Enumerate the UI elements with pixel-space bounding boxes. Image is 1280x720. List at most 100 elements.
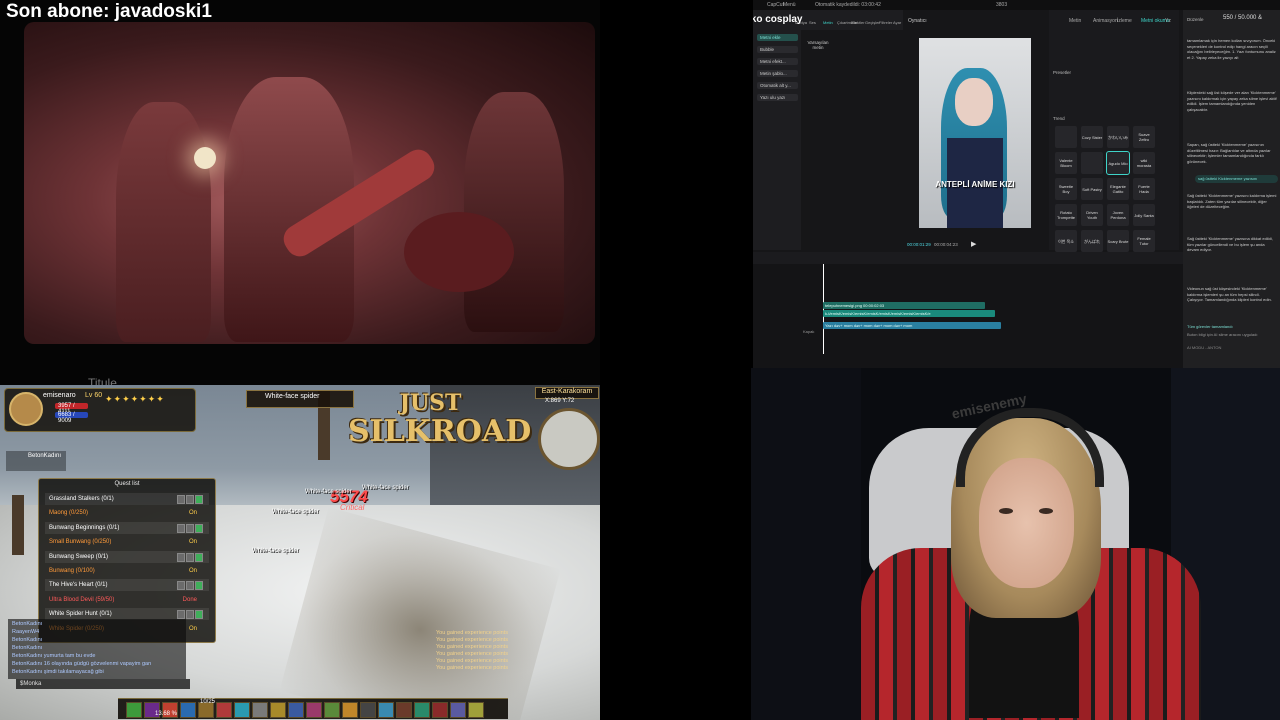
quest-row[interactable]: Ultra Blood Devil (59/50) Done: [45, 594, 209, 606]
toolbar-item[interactable]: Efektler: [851, 20, 865, 25]
track-video[interactable]: Yazı dəv+ mom dəv+ mom dəv+ mom dəv+ mom: [823, 322, 1001, 329]
sidebar-item[interactable]: Metni ekle: [757, 34, 798, 41]
cover-label[interactable]: Kapak: [803, 329, 814, 334]
chat-input[interactable]: $Monka: [16, 679, 190, 689]
quest-action-icon[interactable]: [177, 552, 185, 562]
voice-style-card[interactable]: Rotato Trompette: [1055, 204, 1077, 226]
sidebar-item[interactable]: Metni efekt...: [757, 58, 798, 65]
target-frame[interactable]: White-face spider: [246, 390, 354, 408]
chat-highlight[interactable]: sağ üstteki Kicktenmeme yazısını: [1195, 175, 1278, 183]
quest-action-icon[interactable]: [195, 523, 203, 533]
voice-style-card[interactable]: Jolly Santa: [1133, 204, 1155, 226]
property-tab[interactable]: Yz: [1165, 18, 1171, 24]
toolbar-item[interactable]: Ses: [809, 20, 816, 25]
skill-slot[interactable]: [450, 702, 466, 718]
mob-label[interactable]: White-face spider: [362, 485, 409, 491]
game-panel: emisenaro Lv 60 3957 / 4111 6683 / 9009 …: [0, 385, 600, 720]
toolbar-item[interactable]: Ayar: [893, 20, 901, 25]
voice-style-card[interactable]: がんばれ: [1081, 230, 1103, 252]
property-tab[interactable]: Animasyon: [1093, 18, 1118, 24]
skill-slot[interactable]: [270, 702, 286, 718]
skill-slot[interactable]: [306, 702, 322, 718]
voice-style-card[interactable]: [1055, 126, 1077, 148]
quest-list-title: Quest list: [114, 481, 140, 487]
mob-label[interactable]: White-face spider: [272, 509, 319, 515]
track-text[interactable]: k-t/emisK/emisK/emisK/emisK/emisK/emisK/…: [823, 310, 995, 317]
quest-row[interactable]: Grassland Stalkers (0/1): [45, 493, 209, 505]
quest-action-icon[interactable]: [186, 523, 194, 533]
skill-slot[interactable]: [252, 702, 268, 718]
voice-style-card[interactable]: Scary Brute: [1107, 230, 1129, 252]
toolbar-item[interactable]: Geçişler: [865, 20, 880, 25]
quest-row[interactable]: The Hive's Heart (0/1): [45, 579, 209, 592]
sidebar-item[interactable]: Metin şablo...: [757, 70, 798, 77]
quest-row[interactable]: Bunwang (0/100) On: [45, 565, 209, 577]
playhead[interactable]: [823, 264, 824, 354]
voice-style-card[interactable]: Cozy Sister: [1081, 126, 1103, 148]
voice-style-card[interactable]: wiki morasta: [1133, 152, 1155, 174]
quest-action-icon[interactable]: [177, 610, 185, 620]
skill-slot[interactable]: [216, 702, 232, 718]
toolbar-item[interactable]: Filtreler: [879, 20, 892, 25]
toolbar-item[interactable]: Metin: [823, 20, 833, 25]
chat-window[interactable]: BetonKadını RaayenW4 BetonKadını BetonKadın…: [8, 619, 186, 679]
sidebar-item[interactable]: Yazı ulu yazı: [757, 94, 798, 101]
voice-style-card[interactable]: Fuerte Hada: [1133, 178, 1155, 200]
voice-style-card[interactable]: Joven Perdona: [1107, 204, 1129, 226]
quest-action-icon[interactable]: [195, 495, 203, 504]
skill-slot[interactable]: [396, 702, 412, 718]
quest-action-icon[interactable]: [186, 581, 194, 591]
track-image[interactable]: telepuhnemesigi.png 00:00:02:03: [823, 302, 985, 309]
skill-slot[interactable]: [126, 702, 142, 718]
voice-style-card[interactable]: Valente Bloom: [1055, 152, 1077, 174]
play-icon[interactable]: ▶: [971, 240, 976, 248]
voice-style-card[interactable]: Suave Zefiro: [1133, 126, 1155, 148]
character-avatar[interactable]: [9, 392, 43, 426]
quest-row[interactable]: Maong (0/250) On: [45, 507, 209, 519]
quest-action-icon[interactable]: [177, 495, 185, 504]
quest-action-icon[interactable]: [177, 523, 185, 533]
mob-label[interactable]: White-face spider: [305, 489, 352, 495]
menu-button[interactable]: Menü: [783, 2, 796, 8]
quest-action-icon[interactable]: [186, 610, 194, 620]
voice-style-card[interactable]: Driven Youth: [1081, 204, 1103, 226]
skill-slot[interactable]: [468, 702, 484, 718]
quest-row[interactable]: Bunwang Sweep (0/1): [45, 550, 209, 563]
voice-style-card[interactable]: Soft Pastry: [1081, 178, 1103, 200]
quest-row[interactable]: Small Bunwang (0/250) On: [45, 536, 209, 548]
mob-label[interactable]: White-face spider: [252, 548, 299, 554]
skill-slot[interactable]: [414, 702, 430, 718]
voice-style-card[interactable]: かわいいみ: [1107, 126, 1129, 148]
quest-action-icon[interactable]: [186, 552, 194, 562]
skill-slot[interactable]: [324, 702, 340, 718]
quest-action-icon[interactable]: [177, 581, 185, 591]
quest-row[interactable]: Bunwang Beginnings (0/1): [45, 521, 209, 534]
skill-slot[interactable]: [234, 702, 250, 718]
skill-slot[interactable]: [378, 702, 394, 718]
sidebar-item[interactable]: Bubble: [757, 46, 798, 53]
default-text-button[interactable]: Varsayılan metin: [807, 40, 829, 54]
property-tab[interactable]: Metin: [1069, 18, 1081, 24]
skill-slot[interactable]: [288, 702, 304, 718]
quest-action-icon[interactable]: [186, 495, 194, 504]
voice-style-card[interactable]: [1081, 152, 1103, 174]
quest-action-icon[interactable]: [195, 581, 203, 591]
skill-slot[interactable]: [432, 702, 448, 718]
voice-style-card[interactable]: Sweetie Boy: [1055, 178, 1077, 200]
video-preview[interactable]: ANTEPLİ ANİME KIZI: [919, 38, 1031, 228]
voice-style-card[interactable]: 이번 목소: [1055, 230, 1077, 252]
property-tab[interactable]: İzleme: [1117, 18, 1132, 24]
voice-style-card[interactable]: Female Tutor: [1133, 230, 1155, 252]
webcam-panel: emisenemy: [751, 368, 1280, 720]
voice-style-card[interactable]: Agudo Mio: [1106, 151, 1130, 175]
quest-action-icon[interactable]: [195, 610, 203, 620]
skill-slot[interactable]: [180, 702, 196, 718]
voice-style-card[interactable]: Elegante Gatito: [1107, 178, 1129, 200]
skill-slot[interactable]: [342, 702, 358, 718]
quest-action-icon[interactable]: [195, 552, 203, 562]
sidebar-item[interactable]: Otomatik alt y...: [757, 82, 798, 89]
minimap[interactable]: [538, 408, 600, 470]
skill-slot[interactable]: [360, 702, 376, 718]
party-frame[interactable]: BetonKadını: [6, 451, 66, 471]
timeline[interactable]: telepuhnemesigi.png 00:00:02:03 k-t/emis…: [753, 252, 1183, 368]
